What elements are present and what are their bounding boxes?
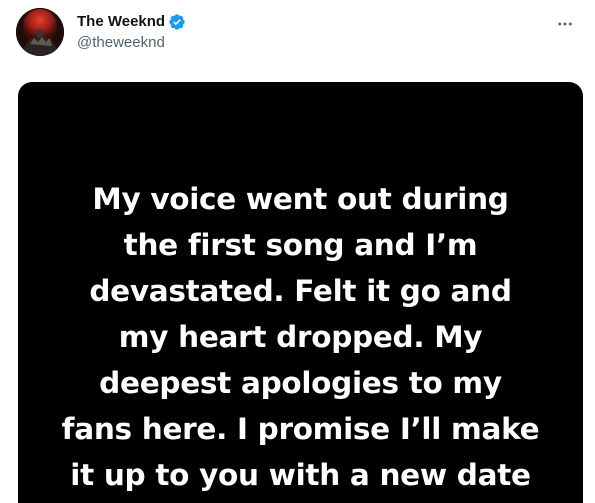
media-line: the first song and I’m (123, 228, 478, 262)
display-name-row: The Weeknd (77, 12, 186, 32)
more-options-button[interactable] (551, 10, 579, 38)
media-line: devastated. Felt it go and (89, 274, 512, 308)
user-handle[interactable]: @theweeknd (77, 33, 186, 53)
media-line: deepest apologies to my (99, 366, 502, 400)
media-line: my heart dropped. My (118, 320, 483, 354)
profile-avatar[interactable] (16, 8, 64, 56)
avatar-image (16, 8, 64, 56)
media-line: it up to you with a new date (70, 458, 531, 492)
media-caption: My voice went out during the first song … (18, 176, 583, 498)
tweet-header: The Weeknd @theweeknd (16, 8, 583, 58)
display-name[interactable]: The Weeknd (77, 12, 165, 32)
more-options-icon (558, 22, 572, 26)
media-line: My voice went out during (92, 182, 509, 216)
author-names: The Weeknd @theweeknd (77, 12, 186, 53)
tweet-media-image[interactable]: My voice went out during the first song … (18, 82, 583, 503)
verified-badge-icon (168, 13, 186, 31)
media-line: fans here. I promise I’ll make (61, 412, 540, 446)
tweet: The Weeknd @theweeknd My voice went out … (0, 0, 595, 503)
